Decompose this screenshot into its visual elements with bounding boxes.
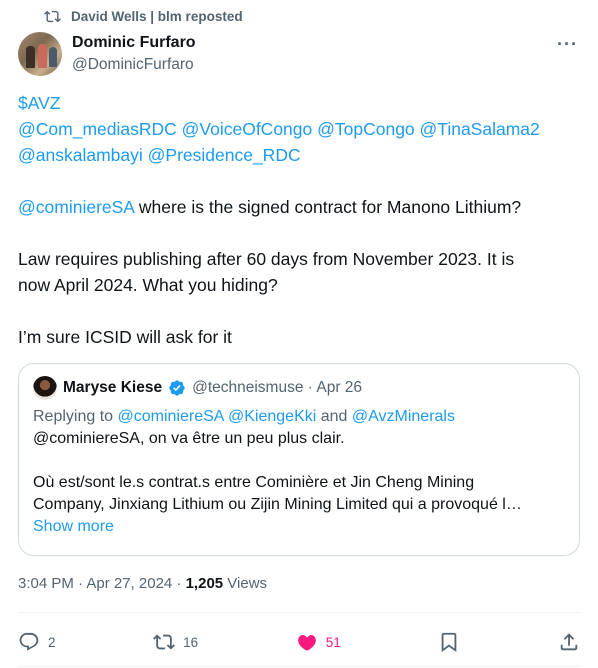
verified-badge-icon [169,380,185,396]
views-count: 1,205 [185,575,224,592]
repost-header[interactable]: David Wells | blm reposted [44,8,243,25]
law-line-2: now April 2024. What you hiding? [18,275,278,295]
quote-line-3: Company, Jinxiang Lithium ou Zijin Minin… [33,496,522,513]
avatar[interactable] [18,32,62,76]
share-button[interactable] [558,631,580,653]
quote-line-1: @cominiereSA, on va être un peu plus cla… [33,430,345,447]
quote-author-name[interactable]: Maryse Kiese [63,379,162,397]
replying-to: Replying to @cominiereSA @KiengeKki and … [33,408,455,425]
reply-button[interactable]: 2 [18,631,56,653]
heart-icon [297,635,316,651]
replying-mentions[interactable]: @cominiereSA @KiengeKki [118,408,317,425]
law-line-1: Law requires publishing after 60 days fr… [18,249,515,269]
replying-mention-last[interactable]: @AvzMinerals [352,408,455,425]
share-icon [560,633,578,651]
mentions-line-1[interactable]: @Com_mediasRDC @VoiceOfCongo @TopCongo @… [18,116,584,142]
reply-count: 2 [48,634,56,650]
views-label: Views [223,575,268,592]
tweet-meta: 3:04 PM · Apr 27, 2024 · 1,205 Views [18,575,267,592]
repost-count: 16 [183,634,199,650]
tweet-text: $AVZ @Com_mediasRDC @VoiceOfCongo @TopCo… [18,90,584,350]
mentions-line-2[interactable]: @anskalambayi @Presidence_RDC [18,142,584,168]
repost-icon [153,634,176,650]
bookmark-button[interactable] [438,631,460,653]
timestamp[interactable]: 3:04 PM · Apr 27, 2024 · [18,575,186,592]
repost-button[interactable]: 16 [153,631,198,653]
quote-header: Maryse Kiese @techneismuse · Apr 26 [33,376,565,400]
quote-handle-time[interactable]: @techneismuse · Apr 26 [192,379,362,397]
author-handle[interactable]: @DominicFurfaro [72,55,196,75]
quoted-tweet[interactable]: Maryse Kiese @techneismuse · Apr 26 Repl… [18,363,580,556]
author-name[interactable]: Dominic Furfaro [72,33,196,53]
repost-icon [44,10,61,23]
bottom-divider [18,666,580,667]
repost-text: David Wells | blm reposted [71,9,243,24]
like-button[interactable]: 51 [296,631,341,653]
more-options-icon[interactable]: ··· [557,34,578,55]
bookmark-icon [442,632,457,653]
author-block[interactable]: Dominic Furfaro @DominicFurfaro [72,33,196,75]
quote-line-2: Où est/sont le.s contrat.s entre Cominiè… [33,474,475,491]
action-bar: 2 16 51 [18,628,580,656]
reply-icon [19,632,39,651]
question-text: where is the signed contract for Manono … [134,197,522,217]
mention-link[interactable]: @cominiereSA [18,197,134,217]
quote-avatar[interactable] [33,376,57,400]
cashtag-link[interactable]: $AVZ [18,90,584,116]
icsid-line: I’m sure ICSID will ask for it [18,327,232,347]
show-more-link[interactable]: Show more [33,516,565,538]
like-count: 51 [325,634,341,650]
question-line: @cominiereSA where is the signed contrac… [18,194,584,220]
quote-body: Replying to @cominiereSA @KiengeKki and … [33,406,565,538]
divider [18,612,580,613]
